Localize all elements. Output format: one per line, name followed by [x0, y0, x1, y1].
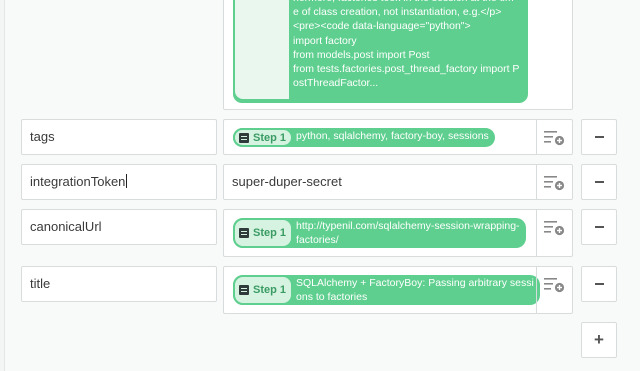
- remove-row-button-integrationToken[interactable]: [581, 164, 617, 200]
- minus-icon: [594, 283, 604, 285]
- value-field-title[interactable]: Step 1 SQLAlchemy + FactoryBoy: Passing …: [223, 266, 573, 314]
- key-input-tags[interactable]: tags: [21, 119, 217, 155]
- remove-row-button-title[interactable]: [581, 266, 617, 302]
- list-add-icon: [544, 131, 565, 146]
- body-value-field[interactable]: hermore, factories took in the session a…: [223, 0, 573, 110]
- step-pill[interactable]: Step 1 python, sqlalchemy, factory-boy, …: [233, 128, 495, 147]
- pill-value: SQLAlchemy + FactoryBoy: Passing arbitra…: [296, 277, 534, 303]
- list-add-icon: [544, 176, 565, 191]
- step-label: Step 1: [253, 284, 287, 296]
- minus-icon: [594, 136, 604, 138]
- value-field-tags[interactable]: Step 1 python, sqlalchemy, factory-boy, …: [223, 119, 573, 155]
- step-badge: Step 1: [233, 128, 294, 147]
- remove-row-button-canonicalUrl[interactable]: [581, 209, 617, 245]
- key-input-canonicalUrl[interactable]: canonicalUrl: [21, 209, 217, 245]
- pill-value: python, sqlalchemy, factory-boy, session…: [296, 130, 489, 142]
- step-label: Step 1: [253, 227, 287, 239]
- code-step-pill[interactable]: hermore, factories took in the session a…: [233, 0, 528, 103]
- code-text: hermore, factories took in the session a…: [293, 0, 520, 90]
- value-field-canonicalUrl[interactable]: Step 1 http://typenil.com/sqlalchemy-ses…: [223, 209, 573, 257]
- add-value-button[interactable]: [536, 210, 572, 256]
- key-input-integrationToken[interactable]: integrationToken: [21, 164, 217, 200]
- add-value-button[interactable]: [536, 267, 572, 313]
- step-badge: Step 1: [233, 275, 294, 305]
- minus-icon: [594, 226, 604, 228]
- value-text: super-duper-secret: [232, 174, 342, 189]
- list-add-icon: [544, 278, 565, 293]
- step-strip: [235, 0, 289, 99]
- pill-value: http://typenil.com/sqlalchemy-session-wr…: [296, 220, 520, 246]
- minus-icon: [594, 181, 604, 183]
- step-list-icon: [239, 228, 249, 238]
- key-input-title[interactable]: title: [21, 266, 217, 302]
- add-row-button[interactable]: +: [581, 322, 617, 358]
- step-pill[interactable]: Step 1 SQLAlchemy + FactoryBoy: Passing …: [233, 275, 540, 305]
- step-badge: Step 1: [233, 218, 294, 248]
- step-list-icon: [239, 285, 249, 295]
- remove-row-button-tags[interactable]: [581, 119, 617, 155]
- step-pill[interactable]: Step 1 http://typenil.com/sqlalchemy-ses…: [233, 218, 526, 248]
- list-add-icon: [544, 221, 565, 236]
- step-list-icon: [239, 132, 249, 143]
- add-value-button[interactable]: [536, 165, 572, 199]
- step-label: Step 1: [253, 131, 287, 144]
- add-value-button[interactable]: [536, 120, 572, 154]
- plus-icon: +: [594, 330, 604, 349]
- value-field-integrationToken[interactable]: super-duper-secret: [223, 164, 573, 200]
